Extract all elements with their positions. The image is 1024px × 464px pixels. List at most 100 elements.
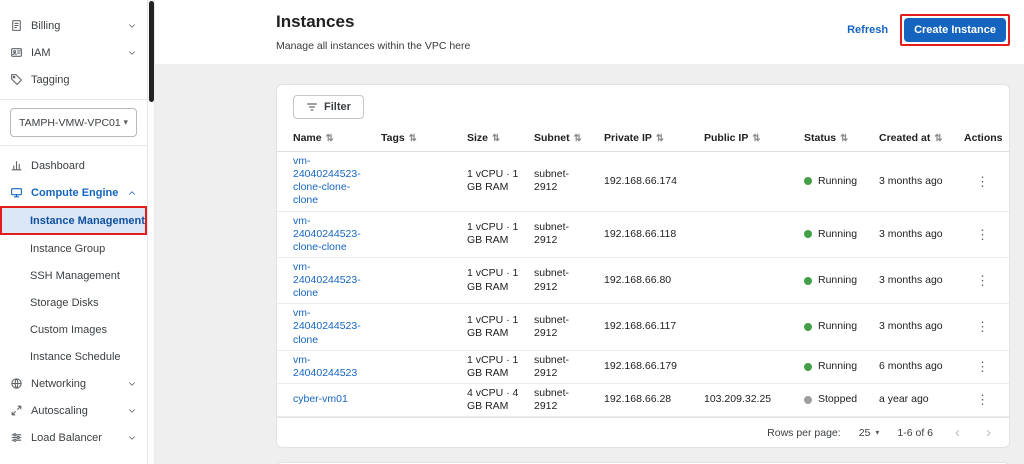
next-page-button[interactable]: › [982, 425, 995, 440]
status-label: Running [818, 274, 857, 287]
column-header-size[interactable]: Size⇅ [467, 125, 534, 152]
table-header-row: Name⇅ Tags⇅ Size⇅ Subnet⇅ Private IP⇅ Pu… [277, 125, 1009, 152]
column-label: Size [467, 132, 488, 144]
tags-cell [381, 257, 467, 303]
sidebar-item-autoscaling[interactable]: Autoscaling [0, 397, 147, 424]
row-actions-kebab-icon[interactable]: ⋮ [972, 173, 993, 190]
sort-icon: ⇅ [656, 133, 664, 144]
instance-name-link[interactable]: vm-24040244523-clone [293, 261, 373, 300]
column-header-tags[interactable]: Tags ⇅ [381, 125, 467, 152]
public-ip-cell [704, 257, 804, 303]
instance-name-link[interactable]: vm-24040244523-clone-clone [293, 215, 373, 254]
status-dot [804, 396, 812, 404]
row-actions-kebab-icon[interactable]: ⋮ [972, 226, 993, 243]
sidebar-item-compute-engine[interactable]: Compute Engine [0, 179, 147, 206]
column-header-status[interactable]: Status⇅ [804, 125, 879, 152]
row-actions-kebab-icon[interactable]: ⋮ [972, 358, 993, 375]
status-dot [804, 230, 812, 238]
column-label: Tags [381, 132, 405, 144]
pagination-range: 1-6 of 6 [897, 427, 933, 439]
table-row: cyber-vm01 4 vCPU · 4 GB RAM subnet-2912… [277, 383, 1009, 416]
column-header-subnet[interactable]: Subnet⇅ [534, 125, 604, 152]
sidebar-item-ssh-management[interactable]: SSH Management [0, 262, 147, 289]
size-cell: 1 vCPU · 1 GB RAM [467, 168, 523, 194]
column-header-public-ip[interactable]: Public IP⇅ [704, 125, 804, 152]
sort-icon: ⇅ [409, 133, 417, 144]
status-dot [804, 323, 812, 331]
private-ip-cell: 192.168.66.174 [604, 152, 704, 212]
sidebar-item-label: Autoscaling [31, 405, 119, 417]
sidebar-item-networking[interactable]: Networking [0, 370, 147, 397]
private-ip-cell: 192.168.66.118 [604, 211, 704, 257]
size-cell: 4 vCPU · 4 GB RAM [467, 387, 523, 413]
refresh-button[interactable]: Refresh [843, 18, 892, 42]
status-label: Stopped [818, 393, 857, 406]
sidebar-item-label: Dashboard [31, 160, 137, 172]
sidebar-item-instance-group[interactable]: Instance Group [0, 235, 147, 262]
status-dot [804, 363, 812, 371]
sidebar-item-label: Compute Engine [31, 187, 119, 199]
sidebar-item-tagging[interactable]: Tagging [0, 66, 147, 93]
chevron-down-icon [127, 379, 137, 389]
private-ip-cell: 192.168.66.28 [604, 383, 704, 416]
sidebar-item-label: Billing [31, 20, 119, 32]
instance-name-link[interactable]: vm-24040244523-clone [293, 307, 373, 346]
public-ip-cell: 103.209.32.25 [704, 383, 804, 416]
networking-icon [10, 377, 23, 390]
table-row: vm-24040244523-clone-clone-clone 1 vCPU … [277, 152, 1009, 212]
scrollbar-thumb[interactable] [149, 1, 154, 102]
instances-table-card: Filter Name⇅ Tags⇅ Size⇅ Subnet⇅ [276, 84, 1010, 448]
sidebar-item-load-balancer[interactable]: Load Balancer [0, 424, 147, 451]
previous-page-button[interactable]: ‹ [951, 425, 964, 440]
annotation-highlight-box: Create Instance [900, 14, 1010, 46]
sidebar-divider [0, 145, 147, 146]
sidebar-item-label: Tagging [31, 74, 137, 86]
sidebar-scrollbar[interactable] [148, 0, 155, 464]
page-header-text: Instances Manage all instances within th… [276, 8, 470, 52]
chevron-down-icon [127, 48, 137, 58]
filter-button[interactable]: Filter [293, 95, 364, 119]
vpc-selector[interactable]: TAMPH-VMW-VPC01 ▾ [10, 108, 137, 137]
column-header-created-at[interactable]: Created at⇅ [879, 125, 964, 152]
tag-icon [10, 73, 23, 86]
tags-cell [381, 350, 467, 383]
subnet-cell: subnet-2912 [534, 354, 578, 380]
row-actions-kebab-icon[interactable]: ⋮ [972, 272, 993, 289]
page-title: Instances [276, 12, 470, 32]
row-actions-kebab-icon[interactable]: ⋮ [972, 318, 993, 335]
sidebar-item-iam[interactable]: IAM [0, 39, 147, 66]
column-header-private-ip[interactable]: Private IP⇅ [604, 125, 704, 152]
content-area: Filter Name⇅ Tags⇅ Size⇅ Subnet⇅ [155, 64, 1024, 464]
instance-name-link[interactable]: cyber-vm01 [293, 393, 348, 406]
row-actions-kebab-icon[interactable]: ⋮ [972, 391, 993, 408]
app-root: Billing IAM Tagging TAMPH-VMW-VPC01 ▾ [0, 0, 1024, 464]
chevron-up-icon [127, 188, 137, 198]
private-ip-cell: 192.168.66.80 [604, 257, 704, 303]
sidebar-item-billing[interactable]: Billing [0, 12, 147, 39]
sidebar-item-storage-disks[interactable]: Storage Disks [0, 289, 147, 316]
table-row: vm-24040244523-clone 1 vCPU · 1 GB RAM s… [277, 304, 1009, 350]
filter-row: Filter [277, 85, 1009, 125]
status-dot [804, 277, 812, 285]
status-dot [804, 177, 812, 185]
column-header-name[interactable]: Name⇅ [277, 125, 381, 152]
sidebar-item-label: Instance Schedule [30, 351, 121, 363]
instance-name-link[interactable]: vm-24040244523 [293, 354, 373, 380]
pagination-bar: Rows per page: 25 ▾ 1-6 of 6 ‹ › [277, 417, 1009, 447]
sidebar-item-dashboard[interactable]: Dashboard [0, 152, 147, 179]
header-actions: Refresh Create Instance [843, 14, 1010, 46]
private-ip-cell: 192.168.66.179 [604, 350, 704, 383]
rows-per-page-select[interactable]: 25 ▾ [859, 427, 880, 439]
sidebar-item-label: IAM [31, 47, 119, 59]
rows-per-page-value: 25 [859, 427, 871, 439]
instance-name-link[interactable]: vm-24040244523-clone-clone-clone [293, 155, 373, 208]
size-cell: 1 vCPU · 1 GB RAM [467, 314, 523, 340]
sidebar-item-custom-images[interactable]: Custom Images [0, 316, 147, 343]
sidebar-item-instance-management[interactable]: Instance Management [0, 206, 147, 235]
chevron-down-icon [127, 406, 137, 416]
sort-icon: ⇅ [326, 133, 334, 144]
subnet-cell: subnet-2912 [534, 221, 578, 247]
sidebar-item-instance-schedule[interactable]: Instance Schedule [0, 343, 147, 370]
create-instance-button[interactable]: Create Instance [904, 18, 1006, 42]
dropdown-caret-icon: ▾ [875, 428, 879, 437]
